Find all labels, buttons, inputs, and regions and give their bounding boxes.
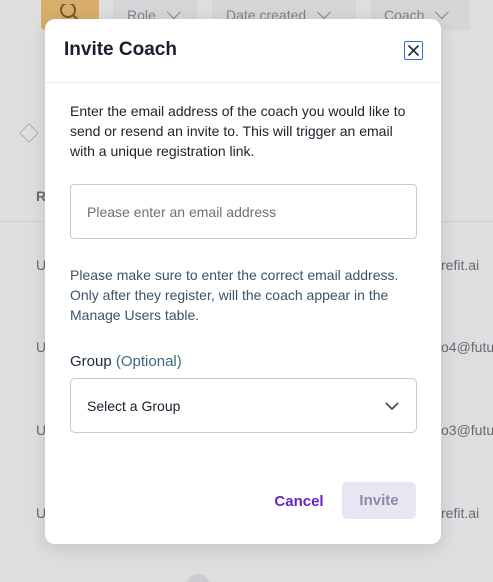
group-optional-text: (Optional) (115, 353, 182, 370)
close-button[interactable] (404, 41, 423, 60)
invite-button[interactable]: Invite (342, 482, 416, 519)
group-select[interactable]: Select a Group (70, 378, 417, 433)
modal-description: Enter the email address of the coach you… (70, 103, 406, 159)
email-field[interactable] (70, 184, 417, 239)
modal-title: Invite Coach (64, 39, 177, 60)
group-label: Group (Optional) (70, 353, 182, 370)
close-icon (407, 44, 420, 57)
modal-header: Invite Coach (45, 19, 441, 83)
group-label-text: Group (70, 353, 112, 370)
invite-coach-modal: Invite Coach Enter the email address of … (45, 19, 441, 544)
chevron-down-icon (385, 401, 399, 410)
cancel-button[interactable]: Cancel (267, 483, 331, 519)
group-select-value: Select a Group (87, 397, 181, 414)
email-note: Please make sure to enter the correct em… (70, 267, 399, 323)
